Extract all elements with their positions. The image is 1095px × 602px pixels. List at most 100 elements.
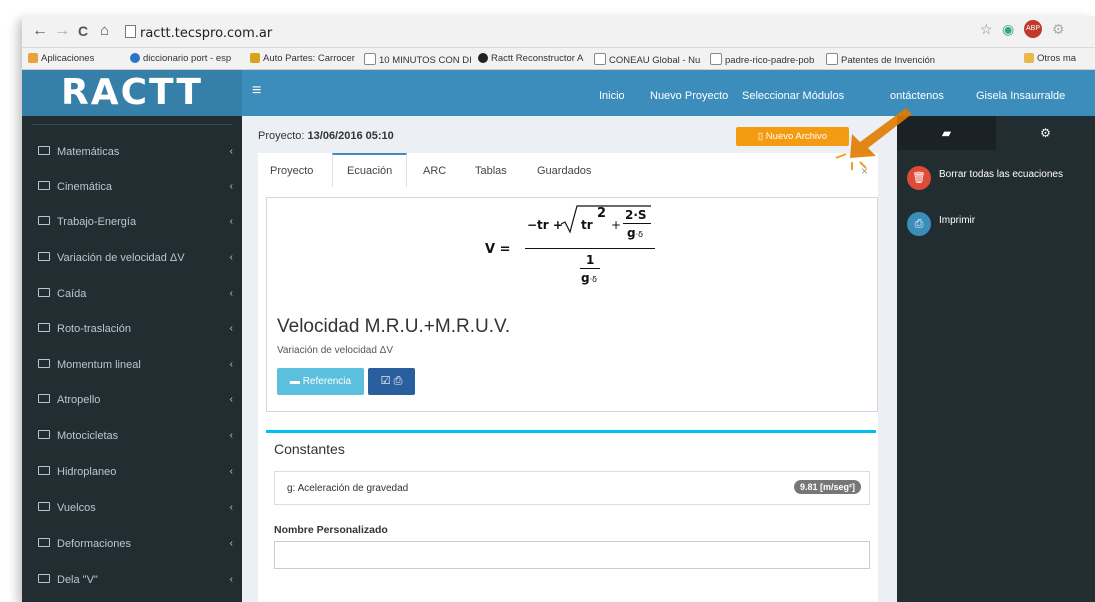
chevron-left-icon: ‹	[229, 502, 233, 513]
main-content: Proyecto: 13/06/2016 05:10 ▯ Nuevo Archi…	[242, 116, 897, 602]
tab-arc[interactable]: ARC	[423, 165, 446, 177]
constant-value-badge: 9.81 [m/seg²]	[793, 480, 861, 494]
extension-icon[interactable]: ⚙	[1052, 21, 1065, 38]
new-file-label: Nuevo Archivo	[765, 131, 828, 142]
bookmark-label: 10 MINUTOS CON DI	[379, 55, 472, 66]
edit-print-button[interactable]: ☑ ⎙	[368, 368, 415, 395]
hamburger-icon[interactable]: ≡	[252, 82, 261, 100]
fraction-line	[623, 223, 651, 224]
formula-tr: tr	[581, 218, 593, 232]
reference-button[interactable]: ▬ Referencia	[277, 368, 364, 395]
sidebar-item-label: Caída	[57, 288, 87, 300]
tab-guardados[interactable]: Guardados	[537, 165, 591, 177]
sidebar-item-trabajo-energia[interactable]: Trabajo-Energía ‹	[38, 216, 233, 240]
nav-user[interactable]: Gisela Insaurralde	[976, 90, 1065, 102]
print-label: Imprimir	[939, 215, 976, 226]
project-value: 13/06/2016 05:10	[307, 130, 394, 142]
star-icon[interactable]: ☆	[980, 21, 993, 38]
sidebar-item-label: Hidroplaneo	[57, 466, 117, 478]
control-sidebar: ▰ ⚙ 🗑 Borrar todas las ecuaciones ⎙ Imprim…	[897, 116, 1095, 602]
formula-frac-num: 2·S	[625, 208, 647, 222]
autopartes-icon	[250, 53, 260, 63]
equation-box: V = −tr + tr 2 + 2·S g·δ 1 g·δ Velocidad…	[266, 197, 878, 412]
sidebar-item-deformaciones[interactable]: Deformaciones ‹	[38, 538, 233, 562]
formula-exponent: 2	[597, 206, 607, 221]
bookmark-10minutos[interactable]: 10 MINUTOS CON DI	[364, 53, 474, 66]
sidebar-item-caida[interactable]: Caída ‹	[38, 288, 233, 312]
bookmark-otros[interactable]: Otros ma	[1024, 53, 1095, 64]
nav-contactenos[interactable]: ontáctenos	[890, 90, 944, 102]
equation-title: Velocidad M.R.U.+M.R.U.V.	[277, 316, 511, 337]
sidebar-item-hidroplaneo[interactable]: Hidroplaneo ‹	[38, 466, 233, 490]
inner-fraction-line	[580, 268, 600, 269]
chevron-left-icon: ‹	[229, 181, 233, 192]
home-icon[interactable]: ⌂	[100, 22, 109, 39]
formula-g: g	[581, 271, 590, 285]
tab-tablas[interactable]: Tablas	[475, 165, 507, 177]
bookmark-diccionario[interactable]: diccionario port - esp	[130, 53, 246, 64]
sidebar-item-cinematica[interactable]: Cinemática ‹	[38, 181, 233, 205]
custom-name-input[interactable]	[274, 541, 870, 569]
url-field[interactable]: ractt.tecspro.com.ar	[125, 25, 272, 41]
bookmark-padrerico[interactable]: padre-rico-padre-pob	[710, 53, 820, 66]
project-label: Proyecto:	[258, 130, 305, 142]
folder-icon	[1024, 53, 1034, 63]
sidebar-item-label: Motocicletas	[57, 430, 119, 442]
chevron-left-icon: ‹	[229, 538, 233, 549]
main-fraction-line	[525, 248, 655, 249]
address-bar: ← → C ⌂ ractt.tecspro.com.ar ☆ ◉ ABP ⚙	[22, 16, 1095, 48]
adblock-icon[interactable]: ABP	[1024, 20, 1042, 38]
tab-ecuacion[interactable]: Ecuación	[332, 153, 408, 187]
bookmark-patentes[interactable]: Patentes de Invención	[826, 53, 956, 66]
forward-icon[interactable]: →	[54, 22, 70, 40]
nav-seleccionar-modulos[interactable]: Seleccionar Módulos	[742, 90, 844, 102]
gears-icon[interactable]: ⚙	[996, 116, 1095, 150]
page-icon	[125, 25, 136, 38]
chevron-left-icon: ‹	[229, 394, 233, 405]
tab-pane-ecuacion: V = −tr + tr 2 + 2·S g·δ 1 g·δ Velocidad…	[258, 187, 878, 602]
formula-delta: ·δ	[635, 230, 644, 239]
bookmark-apps[interactable]: Aplicaciones	[28, 53, 124, 64]
bookmark-ractt[interactable]: Ractt Reconstructor A	[478, 53, 588, 64]
comment-icon: ▬	[289, 376, 300, 387]
video-icon	[364, 53, 376, 65]
bookmark-autopartes[interactable]: Auto Partes: Carrocer	[250, 53, 360, 64]
sidebar-item-momentum[interactable]: Momentum lineal ‹	[38, 359, 233, 383]
reload-icon[interactable]: C	[78, 23, 88, 39]
equation-subtitle: Variación de velocidad ΔV	[277, 345, 394, 356]
sidebar-item-atropello[interactable]: Atropello ‹	[38, 394, 233, 418]
tab-proyecto[interactable]: Proyecto	[270, 165, 313, 177]
folder-icon	[38, 394, 50, 403]
bookmarks-bar: Aplicaciones diccionario port - esp Auto…	[22, 48, 1095, 70]
sidebar-item-variacion-velocidad[interactable]: Variación de velocidad ΔV ‹	[38, 252, 233, 276]
url-text: ractt.tecspro.com.ar	[140, 26, 273, 41]
print-icon: ⎙	[907, 212, 931, 236]
constant-label: g: Aceleración de gravedad	[287, 483, 409, 494]
control-sidebar-tabs: ▰ ⚙	[897, 116, 1095, 150]
formula-one: 1	[586, 253, 595, 267]
page-icon	[594, 53, 606, 65]
sidebar-item-matematicas[interactable]: Matemáticas ‹	[38, 146, 233, 170]
sidebar-item-label: Trabajo-Energía	[57, 216, 137, 228]
formula-neg-tr: −tr +	[527, 218, 563, 232]
eye-icon[interactable]: ◉	[1002, 21, 1014, 38]
nav-inicio[interactable]: Inicio	[599, 90, 625, 102]
sidebar-item-dela-v[interactable]: Dela "V" ‹	[38, 574, 233, 598]
sidebar-item-label: Vuelcos	[57, 502, 96, 514]
nav-nuevo-proyecto[interactable]: Nuevo Proyecto	[650, 90, 728, 102]
app-logo[interactable]: RACTT	[22, 70, 242, 116]
print-action[interactable]: ⎙ Imprimir	[907, 212, 1095, 236]
formula-frac-den: g·δ	[627, 226, 643, 240]
bookmark-coneau[interactable]: CONEAU Global - Nu	[594, 53, 704, 66]
bookmark-label: diccionario port - esp	[143, 53, 232, 64]
sidebar-item-motocicletas[interactable]: Motocicletas ‹	[38, 430, 233, 454]
sidebar: Matemáticas ‹ Cinemática ‹ Trabajo-Energía…	[22, 116, 242, 602]
formula-g: g	[627, 226, 636, 240]
reference-label: Referencia	[302, 376, 352, 387]
back-icon[interactable]: ←	[32, 22, 48, 40]
delete-all-action[interactable]: 🗑 Borrar todas las ecuaciones	[907, 166, 1095, 190]
sidebar-item-roto-traslacion[interactable]: Roto-traslación ‹	[38, 323, 233, 347]
folder-icon	[38, 466, 50, 475]
sidebar-item-vuelcos[interactable]: Vuelcos ‹	[38, 502, 233, 526]
bookmark-label: CONEAU Global - Nu	[609, 55, 701, 66]
